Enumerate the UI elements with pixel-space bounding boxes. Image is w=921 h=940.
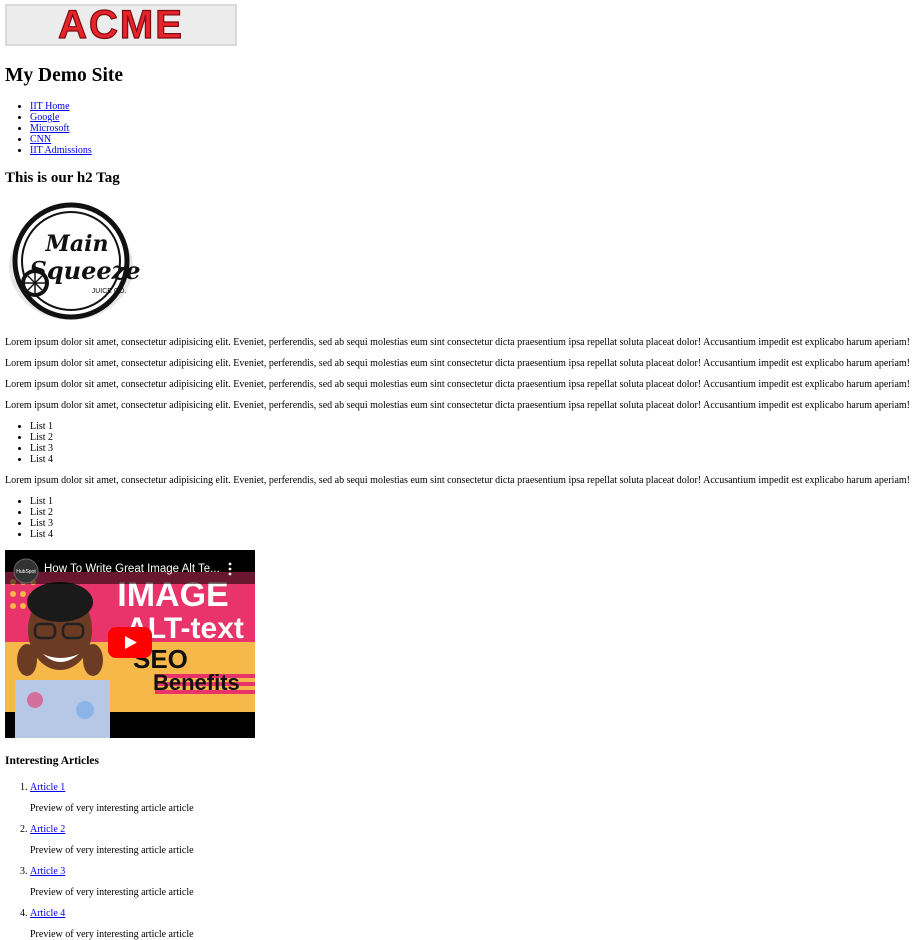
nav-link-google[interactable]: Google bbox=[30, 112, 59, 123]
article-item: Article 3 Preview of very interesting ar… bbox=[30, 866, 916, 898]
svg-text:ACME: ACME bbox=[58, 4, 184, 46]
list-item: List 3 bbox=[30, 443, 916, 454]
nav-item: Google bbox=[30, 112, 916, 123]
article-link[interactable]: Article 2 bbox=[30, 824, 65, 835]
list-item: List 2 bbox=[30, 432, 916, 443]
article-preview: Preview of very interesting article arti… bbox=[30, 887, 194, 898]
article-item: Article 4 Preview of very interesting ar… bbox=[30, 908, 916, 940]
more-options-icon[interactable] bbox=[227, 562, 233, 576]
article-item: Article 2 Preview of very interesting ar… bbox=[30, 824, 916, 856]
site-title: My Demo Site bbox=[5, 65, 124, 86]
nav-item: IIT Admissions bbox=[30, 145, 916, 156]
channel-avatar-icon[interactable]: HubSpot bbox=[13, 558, 39, 584]
article-preview: Preview of very interesting article arti… bbox=[30, 803, 194, 814]
lorem-paragraph: Lorem ipsum dolor sit amet, consectetur … bbox=[5, 379, 910, 390]
article-preview: Preview of very interesting article arti… bbox=[30, 845, 194, 856]
article-preview: Preview of very interesting article arti… bbox=[30, 929, 194, 940]
article-item: Article 1 Preview of very interesting ar… bbox=[30, 782, 916, 814]
list-item: List 3 bbox=[30, 518, 916, 529]
nav-link-cnn[interactable]: CNN bbox=[30, 134, 51, 145]
nav-link-microsoft[interactable]: Microsoft bbox=[30, 123, 69, 134]
svg-text:HubSpot: HubSpot bbox=[16, 569, 36, 575]
lorem-paragraph: Lorem ipsum dolor sit amet, consectetur … bbox=[5, 400, 910, 411]
youtube-embed[interactable]: IMAGE ALT-text SEO Benefits HubSpot How … bbox=[5, 550, 255, 738]
page: ACME My Demo Site IIT Home Google Micros… bbox=[0, 0, 921, 940]
lorem-paragraph: Lorem ipsum dolor sit amet, consectetur … bbox=[5, 358, 910, 369]
nav-link-iit-admissions[interactable]: IIT Admissions bbox=[30, 145, 92, 156]
articles-heading: Interesting Articles bbox=[5, 755, 100, 767]
list-item: List 1 bbox=[30, 421, 916, 432]
acme-logo: ACME bbox=[5, 4, 237, 46]
article-link[interactable]: Article 1 bbox=[30, 782, 65, 793]
section-heading: This is our h2 Tag bbox=[5, 170, 120, 186]
articles-list: Article 1 Preview of very interesting ar… bbox=[5, 782, 916, 940]
list-item: List 4 bbox=[30, 454, 916, 465]
list-item: List 4 bbox=[30, 529, 916, 540]
main-squeeze-logo: Main Squeeze JUICE CO. bbox=[9, 202, 141, 320]
lorem-paragraph: Lorem ipsum dolor sit amet, consectetur … bbox=[5, 337, 910, 348]
list-item: List 1 bbox=[30, 496, 916, 507]
nav-link-iit-home[interactable]: IIT Home bbox=[30, 101, 70, 112]
svg-text:Main: Main bbox=[45, 231, 109, 257]
article-link[interactable]: Article 4 bbox=[30, 908, 65, 919]
svg-text:Benefits: Benefits bbox=[153, 670, 240, 695]
nav-item: CNN bbox=[30, 134, 916, 145]
bullet-list: List 1 List 2 List 3 List 4 bbox=[5, 421, 916, 465]
nav-item: IIT Home bbox=[30, 101, 916, 112]
svg-text:JUICE CO.: JUICE CO. bbox=[92, 288, 127, 295]
video-title[interactable]: How To Write Great Image Alt Te... bbox=[44, 563, 234, 575]
nav-list: IIT Home Google Microsoft CNN IIT Admiss… bbox=[5, 101, 916, 156]
bullet-list: List 1 List 2 List 3 List 4 bbox=[5, 496, 916, 540]
list-item: List 2 bbox=[30, 507, 916, 518]
play-button-icon[interactable] bbox=[108, 627, 152, 658]
article-link[interactable]: Article 3 bbox=[30, 866, 65, 877]
lorem-paragraph: Lorem ipsum dolor sit amet, consectetur … bbox=[5, 475, 910, 486]
nav-item: Microsoft bbox=[30, 123, 916, 134]
